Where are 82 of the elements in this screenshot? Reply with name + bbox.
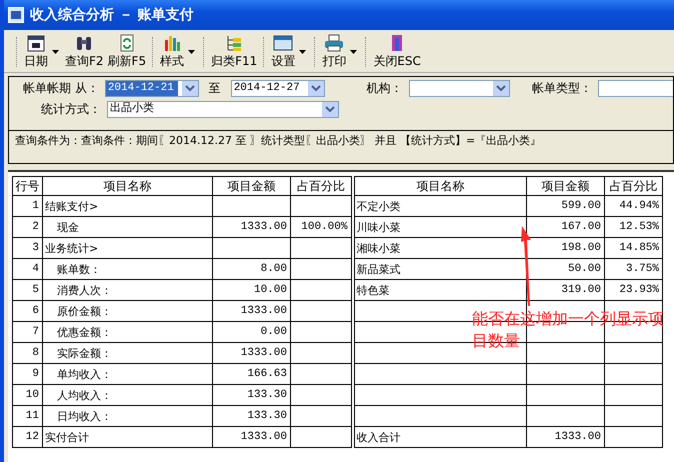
table-cell: 日均收入： (42, 406, 212, 426)
organization-field[interactable] (408, 80, 510, 97)
calendar-icon (27, 34, 45, 52)
toolbar-button[interactable]: 样式 (158, 33, 186, 71)
table-cell: 实付合计 (42, 426, 212, 448)
row-number: 12 (12, 426, 42, 448)
window-title: 收入综合分析 － 账单支付 (30, 6, 194, 24)
method-label: 统计方式： (41, 101, 101, 118)
printer-icon (324, 34, 344, 52)
column-header: 项目金额 (526, 176, 604, 196)
table-cell: 1333.00 (212, 216, 290, 238)
table-cell: 44.94% (604, 196, 662, 216)
toolbar-button[interactable]: 设置 (269, 33, 298, 71)
table-cell: 1333.00 (212, 342, 290, 364)
table-cell: 原价金额： (42, 300, 212, 322)
row-number: 11 (12, 406, 42, 426)
to-label: 至 (208, 80, 221, 97)
query-condition-text: 查询条件为：查询条件：期间〖2014.12.27 至 〗统计类型〖出品小类〗 并且 【统计方式】=『出品小类』 (15, 134, 542, 147)
toolbar-button[interactable]: 刷新F5 (106, 33, 148, 71)
app-icon (8, 7, 24, 23)
toolbar-button[interactable]: 日期 (22, 33, 50, 71)
row-number: 8 (12, 342, 42, 364)
to-date-field[interactable]: 2014-12-27 (230, 80, 325, 97)
toolbar-button[interactable]: 打印 (320, 33, 348, 71)
bill-type-label: 帐单类型： (532, 80, 592, 97)
period-label: 帐单帐期 从： (23, 80, 99, 97)
table-cell: 1333.00 (212, 426, 290, 448)
table-cell: 14.85% (604, 238, 662, 258)
table-cell: 不定小类 (352, 196, 526, 216)
table-cell: 1333.00 (212, 300, 290, 322)
row-number: 7 (12, 322, 42, 342)
row-number: 4 (12, 258, 42, 280)
table-cell: 优惠金额： (42, 322, 212, 342)
row-number: 5 (12, 280, 42, 300)
table-cell: 实际金额： (42, 342, 212, 364)
caret-icon[interactable] (52, 50, 59, 54)
caret-icon[interactable] (188, 50, 196, 54)
table-cell: 结账支付> (42, 196, 212, 216)
method-field[interactable]: 出品小类 (107, 101, 339, 118)
refresh-icon (118, 34, 136, 52)
table-cell: 133.30 (212, 384, 290, 406)
table-cell: 账单数： (42, 258, 212, 280)
row-number: 3 (12, 238, 42, 258)
tree-icon (225, 34, 244, 52)
column-header: 占百分比 (290, 176, 352, 196)
binoculars-icon (75, 34, 94, 52)
table-cell: 12.53% (604, 216, 662, 238)
row-number: 1 (12, 196, 42, 216)
table-cell: 8.00 (212, 258, 290, 280)
column-header: 项目金额 (212, 176, 290, 196)
from-date-field[interactable]: 2014-12-21 (104, 80, 199, 97)
table-cell: 133.30 (212, 406, 290, 426)
bill-type-field[interactable] (598, 80, 674, 97)
table-cell: 业务统计> (42, 238, 212, 258)
column-header: 占百分比 (604, 176, 662, 196)
table-cell: 10.00 (212, 280, 290, 300)
table-cell: 消费人次： (42, 280, 212, 300)
column-header: 项目名称 (42, 176, 212, 196)
table-cell: 599.00 (526, 196, 604, 216)
column-header: 项目名称 (352, 176, 526, 196)
table-cell: 1333.00 (526, 426, 604, 448)
row-number: 10 (12, 384, 42, 406)
table-cell: 166.63 (212, 364, 290, 384)
toolbar-button[interactable]: 关闭ESC (371, 33, 423, 71)
column-header: 行号 (12, 176, 42, 196)
table-cell: 人均收入： (42, 384, 212, 406)
caret-icon[interactable] (350, 50, 358, 54)
toolbar-button[interactable]: 归类F11 (209, 33, 260, 71)
toolbar-button[interactable]: 查询F2 (63, 33, 106, 71)
row-number: 9 (12, 364, 42, 384)
caret-icon[interactable] (299, 50, 306, 54)
table-cell: 现金 (42, 216, 212, 238)
bar-chart-icon (163, 34, 182, 52)
table-cell: 单均收入： (42, 364, 212, 384)
row-number: 2 (12, 216, 42, 238)
table-cell: 0.00 (212, 322, 290, 342)
table-cell: 3.75% (604, 258, 662, 280)
window-icon (273, 34, 294, 52)
table-cell: 23.93% (604, 280, 662, 300)
table-cell: 收入合计 (352, 426, 526, 448)
row-number: 6 (12, 300, 42, 322)
organization-label: 机构： (366, 80, 403, 97)
